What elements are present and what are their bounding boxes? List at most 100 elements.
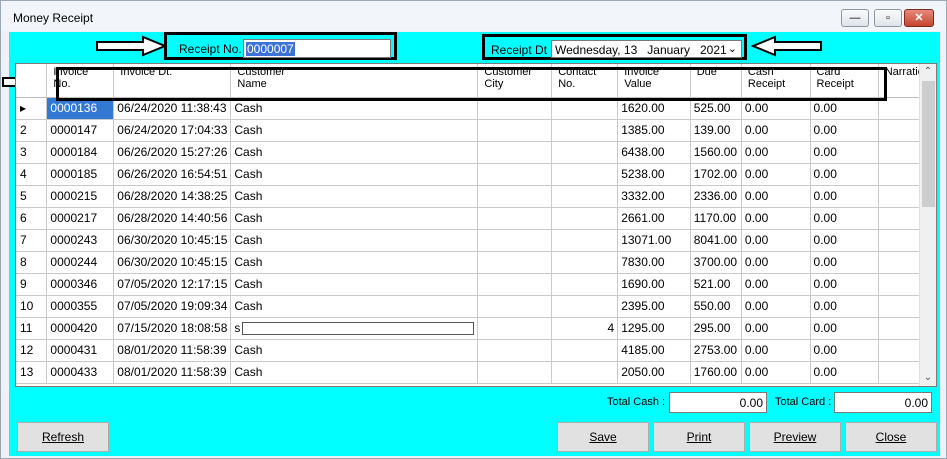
grid-cell-val[interactable]: 13071.00 xyxy=(617,229,691,252)
grid-cell-card[interactable]: 0.00 xyxy=(810,119,879,142)
table-row[interactable]: 7 0000243 06/30/2020 10:45:15 Cash 13071.00 8… xyxy=(16,229,936,252)
grid-cell-city[interactable] xyxy=(477,185,553,208)
grid-cell-card[interactable]: 0.00 xyxy=(810,317,879,340)
grid-cell-inv[interactable]: 0000431 xyxy=(46,339,115,362)
vertical-scrollbar[interactable]: ⌃ ⌄ xyxy=(919,64,936,386)
grid-cell-contact[interactable] xyxy=(551,119,619,142)
grid-cell-contact[interactable]: 4 xyxy=(551,317,619,340)
grid-cell-name[interactable]: Cash xyxy=(230,97,479,120)
table-row[interactable]: 13 0000433 08/01/2020 11:58:39 Cash 2050.00 1… xyxy=(16,361,936,384)
grid-cell-contact[interactable] xyxy=(551,185,619,208)
grid-cell-card[interactable]: 0.00 xyxy=(810,97,879,120)
table-row[interactable]: 4 0000185 06/26/2020 16:54:51 Cash 5238.00 17… xyxy=(16,163,936,186)
grid-cell-card[interactable]: 0.00 xyxy=(810,361,879,384)
grid-cell-inv[interactable]: 0000184 xyxy=(46,141,115,164)
grid-cell-contact[interactable] xyxy=(551,97,619,120)
grid-cell-city[interactable] xyxy=(477,295,553,318)
grid-cell-inv[interactable]: 0000433 xyxy=(46,361,115,384)
grid-cell-inv[interactable]: 0000215 xyxy=(46,185,115,208)
grid-cell-city[interactable] xyxy=(477,273,553,296)
grid-cell-inv[interactable]: 0000355 xyxy=(46,295,115,318)
grid-cell-due[interactable]: 1760.00 xyxy=(690,361,742,384)
grid-cell-cash[interactable]: 0.00 xyxy=(741,185,811,208)
grid-cell-dt[interactable]: 06/28/2020 14:40:56 xyxy=(113,207,232,230)
column-header[interactable]: Invoice No. xyxy=(46,64,115,98)
grid-cell-name[interactable]: Cash xyxy=(230,185,479,208)
column-header[interactable]: Cash Receipt xyxy=(741,64,811,98)
row-header[interactable]: 3 xyxy=(16,141,48,164)
grid-cell-inv[interactable]: 0000420 xyxy=(46,317,115,340)
grid-cell-contact[interactable] xyxy=(551,229,619,252)
grid-cell-card[interactable]: 0.00 xyxy=(810,273,879,296)
grid-cell-due[interactable]: 295.00 xyxy=(690,317,742,340)
receipt-no-input[interactable]: 0000007 xyxy=(243,39,391,58)
grid-cell-due[interactable]: 525.00 xyxy=(690,97,742,120)
grid-cell-val[interactable]: 5238.00 xyxy=(617,163,691,186)
grid-cell-contact[interactable] xyxy=(551,141,619,164)
grid-cell-due[interactable]: 8041.00 xyxy=(690,229,742,252)
table-row[interactable]: ▸ 0000136 06/24/2020 11:38:43 Cash 1620.00 52… xyxy=(16,97,936,120)
scroll-up-icon[interactable]: ⌃ xyxy=(920,64,936,80)
grid-cell-dt[interactable]: 06/30/2020 10:45:15 xyxy=(113,229,232,252)
grid-cell-dt[interactable]: 07/15/2020 18:08:58 xyxy=(113,317,232,340)
grid-cell-inv[interactable]: 0000243 xyxy=(46,229,115,252)
save-button[interactable]: Save xyxy=(557,422,649,452)
grid-cell-name[interactable]: Cash xyxy=(230,119,479,142)
grid-cell-name[interactable]: Cash xyxy=(230,361,479,384)
row-header[interactable]: 8 xyxy=(16,251,48,274)
grid-cell-card[interactable]: 0.00 xyxy=(810,229,879,252)
row-header[interactable]: 5 xyxy=(16,185,48,208)
grid-cell-cash[interactable]: 0.00 xyxy=(741,295,811,318)
grid-cell-contact[interactable] xyxy=(551,207,619,230)
grid-cell-contact[interactable] xyxy=(551,361,619,384)
grid-cell-inv[interactable]: 0000147 xyxy=(46,119,115,142)
row-header[interactable]: 9 xyxy=(16,273,48,296)
row-header[interactable]: 6 xyxy=(16,207,48,230)
grid-cell-due[interactable]: 550.00 xyxy=(690,295,742,318)
grid-cell-inv[interactable]: 0000185 xyxy=(46,163,115,186)
grid-cell-city[interactable] xyxy=(477,339,553,362)
invoice-grid[interactable]: Invoice No. Invoice Dt. Customer Name Custome… xyxy=(15,63,937,387)
grid-cell-city[interactable] xyxy=(477,119,553,142)
print-button[interactable]: Print xyxy=(653,422,745,452)
grid-cell-card[interactable]: 0.00 xyxy=(810,207,879,230)
grid-cell-name[interactable]: Cash xyxy=(230,207,479,230)
grid-cell-cash[interactable]: 0.00 xyxy=(741,339,811,362)
grid-cell-due[interactable]: 2336.00 xyxy=(690,185,742,208)
grid-cell-name[interactable]: Cash xyxy=(230,141,479,164)
grid-cell-dt[interactable]: 06/30/2020 10:45:15 xyxy=(113,251,232,274)
grid-cell-contact[interactable] xyxy=(551,163,619,186)
row-header[interactable]: 13 xyxy=(16,361,48,384)
column-header[interactable]: Due xyxy=(690,64,742,98)
grid-cell-dt[interactable]: 07/05/2020 12:17:15 xyxy=(113,273,232,296)
table-row[interactable]: 10 0000355 07/05/2020 19:09:34 Cash 2395.00 5… xyxy=(16,295,936,318)
grid-cell-contact[interactable] xyxy=(551,251,619,274)
grid-cell-dt[interactable]: 08/01/2020 11:58:39 xyxy=(113,361,232,384)
grid-cell-cash[interactable]: 0.00 xyxy=(741,317,811,340)
row-header[interactable]: 4 xyxy=(16,163,48,186)
grid-cell-name[interactable]: Cash xyxy=(230,339,479,362)
column-header[interactable]: Contact No. xyxy=(551,64,619,98)
grid-cell-city[interactable] xyxy=(477,317,553,340)
grid-cell-cash[interactable]: 0.00 xyxy=(741,251,811,274)
grid-cell-city[interactable] xyxy=(477,163,553,186)
total-card-field[interactable]: 0.00 xyxy=(834,392,932,413)
column-header[interactable]: Card Receipt xyxy=(810,64,879,98)
grid-cell-val[interactable]: 1385.00 xyxy=(617,119,691,142)
grid-cell-name[interactable]: Cash xyxy=(230,163,479,186)
grid-cell-name[interactable]: Cash xyxy=(230,295,479,318)
row-header[interactable]: 11 xyxy=(16,317,48,340)
grid-cell-inv[interactable]: 0000346 xyxy=(46,273,115,296)
grid-cell-city[interactable] xyxy=(477,229,553,252)
grid-cell-city[interactable] xyxy=(477,97,553,120)
scrollbar-thumb[interactable] xyxy=(922,81,935,207)
row-header[interactable]: 12 xyxy=(16,339,48,362)
grid-cell-city[interactable] xyxy=(477,251,553,274)
scroll-down-icon[interactable]: ⌄ xyxy=(920,370,936,386)
grid-cell-due[interactable]: 2753.00 xyxy=(690,339,742,362)
grid-cell-cash[interactable]: 0.00 xyxy=(741,97,811,120)
grid-cell-inv[interactable]: 0000217 xyxy=(46,207,115,230)
table-row[interactable]: 11 0000420 07/15/2020 18:08:58 s 4 1295.00 295… xyxy=(16,317,936,340)
column-header[interactable]: Invoice Value xyxy=(617,64,691,98)
grid-cell-name[interactable]: s xyxy=(230,317,479,340)
